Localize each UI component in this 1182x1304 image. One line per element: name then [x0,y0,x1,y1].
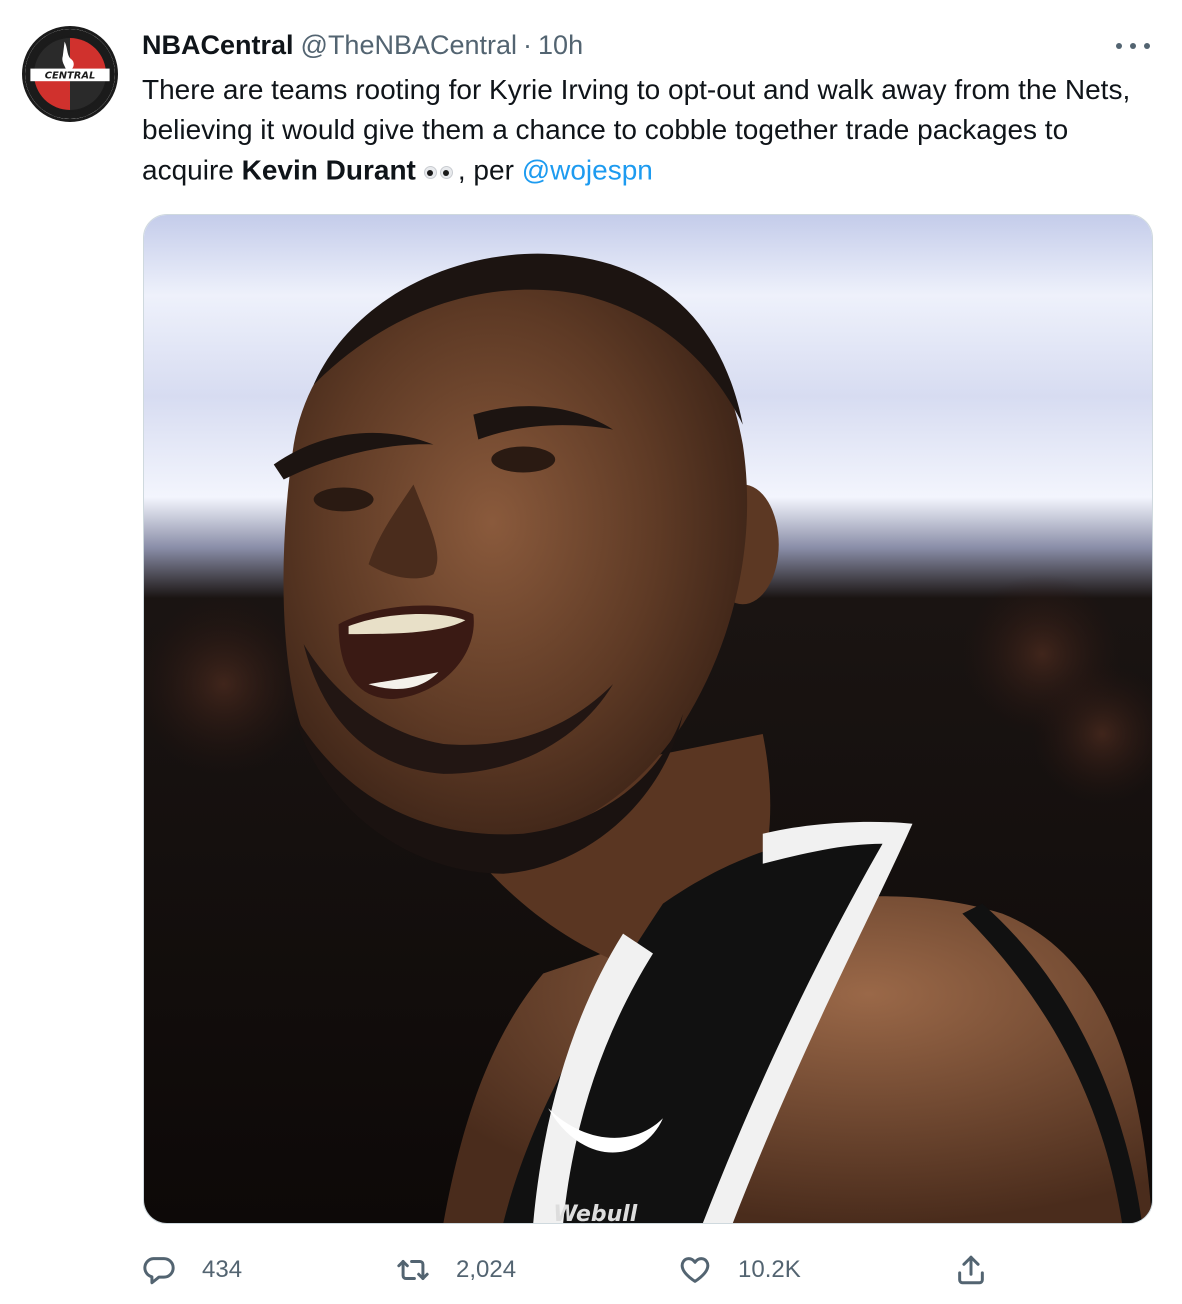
avatar[interactable]: CENTRAL [22,26,118,122]
nba-central-logo: CENTRAL [25,29,115,119]
player-photo: Webull [144,215,1152,1223]
eyes-emoji-icon [423,150,456,190]
reply-count: 434 [202,1256,243,1283]
tweet-text-tail: , per [457,154,522,186]
jersey-text: Webull [553,1202,638,1223]
tweet-text: There are teams rooting for Kyrie Irving… [142,70,1132,194]
tweet-actions: 434 2,024 10.2K [142,1250,1012,1290]
timestamp[interactable]: 10h [538,30,583,61]
reply-icon [143,1257,175,1285]
share-icon [958,1255,984,1285]
more-options-icon[interactable] [1116,36,1150,56]
tweet-photo[interactable]: Webull [143,214,1153,1224]
share-button[interactable] [954,1250,988,1290]
like-button[interactable]: 10.2K [678,1250,801,1290]
like-count: 10.2K [738,1256,801,1283]
retweet-icon [397,1260,429,1280]
separator-dot: · [523,29,533,60]
mention-link[interactable]: @wojespn [522,154,653,185]
tweet-header: NBACentral @TheNBACentral · 10h [142,28,583,62]
tweet-card[interactable]: CENTRAL NBACentral @TheNBACentral · 10h … [0,0,1182,1304]
retweet-button[interactable]: 2,024 [396,1250,516,1290]
retweet-count: 2,024 [456,1256,517,1283]
user-handle[interactable]: @TheNBACentral [301,30,518,61]
display-name[interactable]: NBACentral [142,30,294,61]
avatar-text: CENTRAL [45,71,96,82]
reply-button[interactable]: 434 [142,1250,242,1290]
heart-icon [680,1257,710,1283]
tweet-text-bold: Kevin Durant [241,154,416,186]
